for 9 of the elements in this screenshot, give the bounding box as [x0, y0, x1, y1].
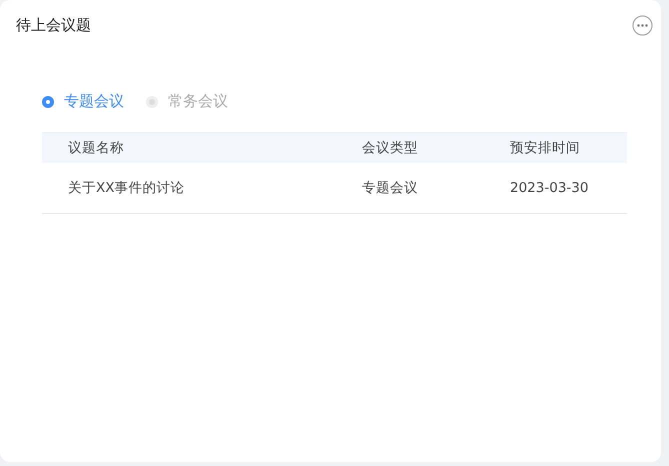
column-header: 预安排时间 — [510, 139, 581, 157]
column-header: 议题名称 — [68, 139, 125, 157]
column-header: 会议类型 — [362, 139, 419, 157]
table-cell-text: 专题会议 — [362, 179, 419, 197]
table-cell-text: 2023-03-30 — [510, 180, 590, 196]
radio-option[interactable]: 专题会议 — [42, 92, 124, 111]
more-icon[interactable] — [632, 14, 653, 36]
table-cell-text: 关于XX事件的讨论 — [68, 179, 186, 197]
card-title: 待上会议题 — [16, 16, 91, 34]
